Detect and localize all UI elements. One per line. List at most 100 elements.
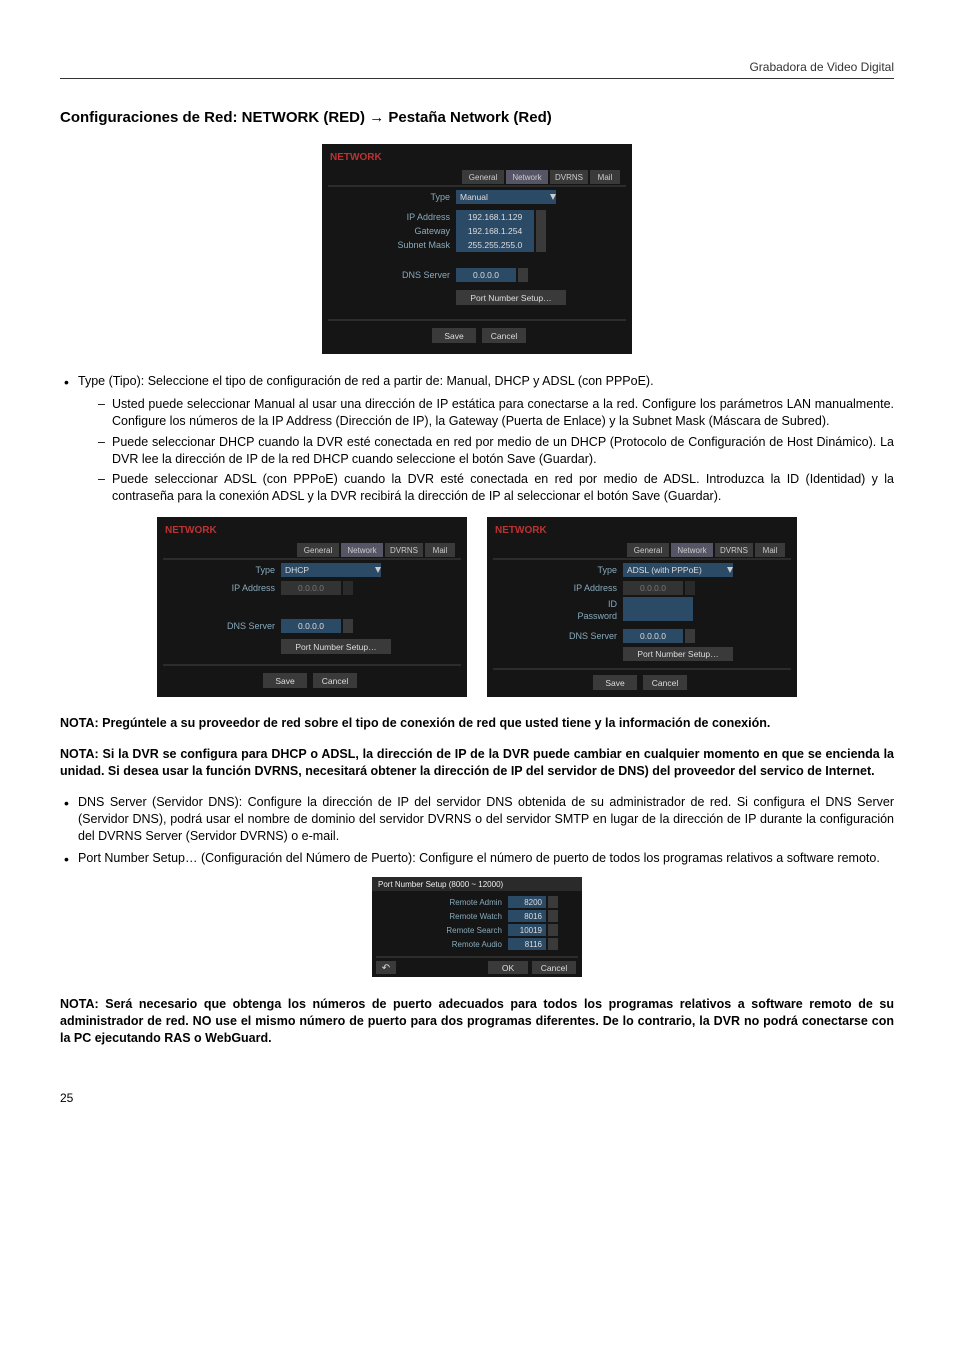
term-type: Type (Tipo)	[78, 374, 141, 388]
term-port-setup: Port Number Setup… (Configuración del Nú…	[78, 851, 412, 865]
title-prefix: Configuraciones de Red: NETWORK (RED)	[60, 109, 365, 126]
label-id: ID	[608, 599, 618, 609]
port-setup-button[interactable]: Port Number Setup…	[295, 642, 376, 652]
stepper-icon[interactable]	[343, 619, 353, 633]
label-remote-admin: Remote Admin	[450, 898, 502, 907]
dash-text: Puede seleccionar	[112, 435, 219, 449]
save-button[interactable]: Save	[444, 331, 464, 341]
nota-2: NOTA: Si la DVR se configura para DHCP o…	[60, 746, 894, 780]
label-type: Type	[597, 565, 617, 575]
stepper-icon[interactable]	[536, 210, 546, 224]
cancel-button[interactable]: Cancel	[541, 963, 568, 973]
bullet-port: Port Number Setup… (Configuración del Nú…	[60, 850, 894, 867]
tab-dvrns[interactable]: DVRNS	[555, 173, 583, 182]
figure-network-dhcp: NETWORK General Network DVRNS Mail Type …	[157, 517, 467, 697]
stepper-icon[interactable]	[548, 938, 558, 950]
value-ip: 0.0.0.0	[640, 583, 666, 593]
save-button[interactable]: Save	[275, 676, 295, 686]
label-dns: DNS Server	[227, 621, 275, 631]
figure-network-adsl: NETWORK General Network DVRNS Mail Type …	[487, 517, 797, 697]
cancel-button[interactable]: Cancel	[322, 676, 349, 686]
value-dns[interactable]: 0.0.0.0	[298, 621, 324, 631]
term-adsl: ADSL (con PPPoE)	[224, 472, 338, 486]
product-name: Grabadora de Video Digital	[749, 60, 894, 74]
password-field[interactable]	[623, 609, 693, 621]
tab-mail[interactable]: Mail	[433, 546, 448, 555]
value-gw[interactable]: 192.168.1.254	[468, 226, 523, 236]
label-dns: DNS Server	[402, 270, 450, 280]
tab-general[interactable]: General	[469, 173, 498, 182]
dlg-title: NETWORK	[495, 525, 547, 536]
nota-1: NOTA: Pregúntele a su proveedor de red s…	[60, 715, 894, 732]
bullet-type: Type (Tipo): Seleccione el tipo de confi…	[60, 373, 894, 390]
stepper-icon[interactable]	[548, 910, 558, 922]
tab-dvrns[interactable]: DVRNS	[720, 546, 748, 555]
label-type: Type	[255, 565, 275, 575]
value-dns[interactable]: 0.0.0.0	[473, 270, 499, 280]
value-dns[interactable]: 0.0.0.0	[640, 631, 666, 641]
ok-button[interactable]: OK	[502, 963, 515, 973]
value-remote-audio[interactable]: 8116	[525, 940, 543, 949]
stepper-icon[interactable]	[548, 924, 558, 936]
page-number: 25	[60, 1091, 894, 1105]
title-suffix: Pestaña Network (Red)	[388, 109, 551, 126]
figure-port-setup: Port Number Setup (8000 ~ 12000) Remote …	[60, 877, 894, 982]
tab-dvrns[interactable]: DVRNS	[390, 546, 418, 555]
tab-mail[interactable]: Mail	[763, 546, 778, 555]
term-save: Save (Guardar)	[507, 452, 593, 466]
dash-text: .	[718, 489, 721, 503]
term-save: Save (Guardar)	[632, 489, 718, 503]
value-mask[interactable]: 255.255.255.0	[468, 240, 523, 250]
dash-manual: Usted puede seleccionar Manual al usar u…	[98, 396, 894, 430]
bullet-type-rest: : Seleccione el tipo de configuración de…	[141, 374, 654, 388]
label-remote-search: Remote Search	[446, 926, 502, 935]
stepper-icon[interactable]	[536, 238, 546, 252]
value-type[interactable]: Manual	[460, 192, 488, 202]
page-header: Grabadora de Video Digital	[60, 60, 894, 79]
label-ip: IP Address	[574, 583, 618, 593]
tab-mail[interactable]: Mail	[598, 173, 613, 182]
stepper-icon[interactable]	[518, 268, 528, 282]
value-remote-admin[interactable]: 8200	[524, 898, 542, 907]
section-title: Configuraciones de Red: NETWORK (RED) → …	[60, 109, 894, 126]
tab-network[interactable]: Network	[512, 173, 542, 182]
label-ip: IP Address	[407, 212, 451, 222]
figure-network-manual: NETWORK General Network DVRNS Mail Type …	[60, 144, 894, 359]
tab-network[interactable]: Network	[677, 546, 707, 555]
label-remote-audio: Remote Audio	[452, 940, 503, 949]
dlg-title: NETWORK	[165, 525, 217, 536]
stepper-icon[interactable]	[536, 224, 546, 238]
nota-3: NOTA: Será necesario que obtenga los núm…	[60, 996, 894, 1047]
label-ip: IP Address	[232, 583, 276, 593]
value-remote-watch[interactable]: 8016	[524, 912, 542, 921]
value-type[interactable]: ADSL (with PPPoE)	[627, 565, 702, 575]
id-field[interactable]	[623, 597, 693, 609]
save-button[interactable]: Save	[605, 678, 625, 688]
tab-general[interactable]: General	[634, 546, 663, 555]
value-type[interactable]: DHCP	[285, 565, 309, 575]
cancel-button[interactable]: Cancel	[652, 678, 679, 688]
value-remote-search[interactable]: 10019	[520, 926, 543, 935]
back-icon[interactable]: ↶	[382, 963, 390, 974]
term-dns-server: DNS Server (Servidor DNS)	[78, 795, 239, 809]
stepper-icon	[685, 581, 695, 595]
label-pw: Password	[577, 611, 617, 621]
port-setup-button[interactable]: Port Number Setup…	[637, 649, 718, 659]
stepper-icon[interactable]	[548, 896, 558, 908]
port-setup-button[interactable]: Port Number Setup…	[470, 293, 551, 303]
tab-network[interactable]: Network	[347, 546, 377, 555]
bullet-dns: DNS Server (Servidor DNS): Configure la …	[60, 794, 894, 845]
term-manual: Manual	[254, 397, 295, 411]
arrow-icon: →	[369, 109, 384, 126]
dash-dhcp: Puede seleccionar DHCP cuando la DVR est…	[98, 434, 894, 468]
label-mask: Subnet Mask	[397, 240, 450, 250]
tab-general[interactable]: General	[304, 546, 333, 555]
label-remote-watch: Remote Watch	[449, 912, 502, 921]
label-gw: Gateway	[414, 226, 450, 236]
dash-text: Puede seleccionar	[112, 472, 224, 486]
stepper-icon[interactable]	[685, 629, 695, 643]
value-ip[interactable]: 192.168.1.129	[468, 212, 523, 222]
label-type: Type	[430, 192, 450, 202]
term-dhcp: DHCP	[219, 435, 254, 449]
cancel-button[interactable]: Cancel	[491, 331, 518, 341]
